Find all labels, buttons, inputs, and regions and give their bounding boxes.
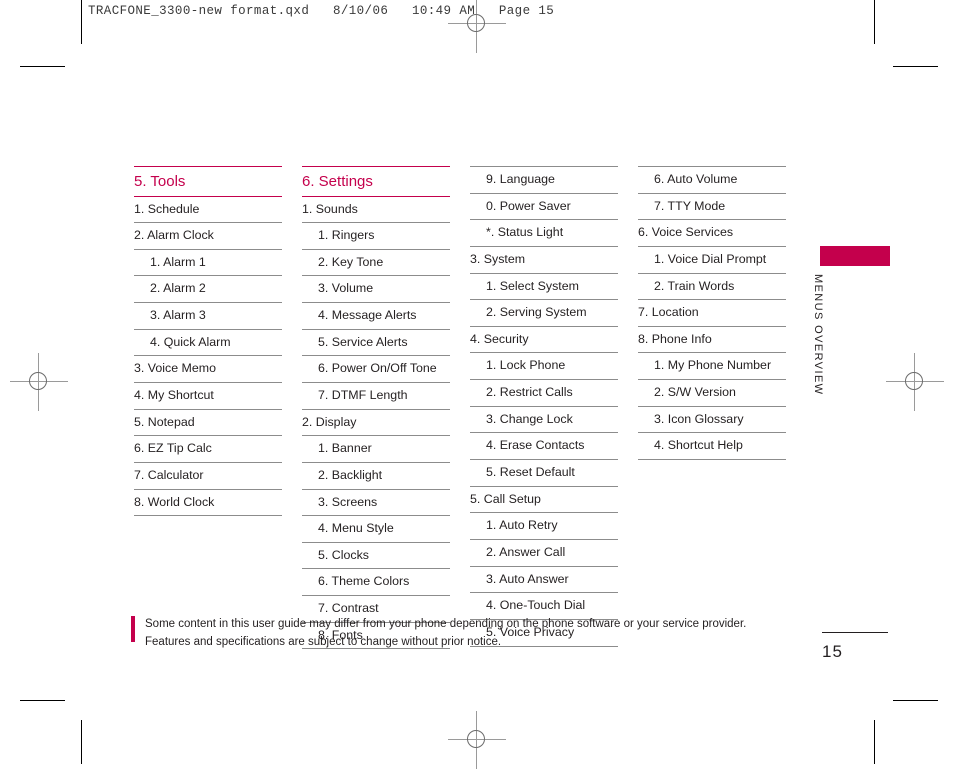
registration-mark-circle [29, 372, 47, 390]
menu-item: 3. Voice Memo [134, 356, 282, 383]
footnote-text: Some content in this user guide may diff… [145, 616, 746, 652]
menu-item: 6. EZ Tip Calc [134, 436, 282, 463]
side-tab-accent-bar [820, 246, 890, 266]
menu-item: 2. Answer Call [470, 540, 618, 567]
menu-item: 2. Serving System [470, 300, 618, 327]
file-header-line: TRACFONE_3300-new format.qxd 8/10/06 10:… [88, 4, 555, 18]
crop-mark-right-bottom-horizontal [893, 700, 938, 701]
menu-item: 1. Banner [302, 436, 450, 463]
menu-item: 3. Alarm 3 [134, 303, 282, 330]
crop-mark-right-top-horizontal [893, 66, 938, 67]
menu-item: 3. System [470, 247, 618, 274]
menu-item: 4. Menu Style [302, 516, 450, 543]
footnote-line-1: Some content in this user guide may diff… [145, 618, 747, 630]
menu-column: 5. Tools 1. Schedule 2. Alarm Clock 1. Alar… [134, 166, 282, 649]
page-number-rule [822, 632, 888, 633]
menu-item: 1. Voice Dial Prompt [638, 247, 786, 274]
footnote-accent-bar [131, 616, 135, 642]
menu-item: 7. TTY Mode [638, 194, 786, 221]
crop-mark-top-left-vertical [81, 0, 82, 44]
menus-overview-columns: 5. Tools 1. Schedule 2. Alarm Clock 1. Alar… [134, 166, 794, 650]
crop-mark-left-bottom-horizontal [20, 700, 65, 701]
menu-item: 8. Phone Info [638, 327, 786, 354]
menu-column-heading: 6. Settings [302, 166, 450, 197]
registration-mark-right [886, 353, 944, 411]
registration-mark-left [10, 353, 68, 411]
menu-item: 6. Power On/Off Tone [302, 356, 450, 383]
registration-mark-circle [905, 372, 923, 390]
menu-column: 6. Settings 1. Sounds 1. Ringers 2. Key Ton… [302, 166, 450, 650]
menu-item: 2. S/W Version [638, 380, 786, 407]
menu-item: 5. Service Alerts [302, 330, 450, 357]
menu-item: 1. Sounds [302, 197, 450, 224]
menu-item: 2. Display [302, 410, 450, 437]
menu-item: 1. Alarm 1 [134, 250, 282, 277]
menu-item: 1. My Phone Number [638, 353, 786, 381]
menu-item: 7. Location [638, 300, 786, 327]
menu-item: 3. Change Lock [470, 407, 618, 434]
footnote: Some content in this user guide may diff… [131, 616, 771, 652]
crop-mark-bottom-left-vertical [81, 720, 82, 764]
menu-column-heading: 5. Tools [134, 166, 282, 197]
footnote-line-2: Features and specifications are subject … [145, 635, 502, 648]
menu-item: 4. Message Alerts [302, 303, 450, 330]
menu-item: 4. Shortcut Help [638, 433, 786, 461]
menu-item: 2. Backlight [302, 463, 450, 490]
menu-item: 5. Clocks [302, 543, 450, 570]
menu-item: 2. Alarm Clock [134, 223, 282, 250]
menu-item: 3. Volume [302, 276, 450, 304]
menu-item: 5. Reset Default [470, 460, 618, 487]
menu-item: 1. Lock Phone [470, 353, 618, 381]
menu-item: 5. Notepad [134, 410, 282, 437]
menu-item: 7. DTMF Length [302, 383, 450, 410]
menu-item: 8. World Clock [134, 490, 282, 517]
menu-item: 6. Voice Services [638, 220, 786, 247]
menu-item: 1. Ringers [302, 223, 450, 250]
menu-item: 2. Alarm 2 [134, 276, 282, 304]
menu-item: 7. Calculator [134, 463, 282, 490]
menu-item: 2. Restrict Calls [470, 380, 618, 407]
menu-item: 1. Select System [470, 274, 618, 301]
side-tab-label: MENUS OVERVIEW [812, 274, 824, 396]
menu-item: 6. Theme Colors [302, 569, 450, 597]
menu-item: 1. Schedule [134, 197, 282, 224]
registration-mark-bottom [448, 711, 506, 769]
menu-item: 1. Auto Retry [470, 513, 618, 540]
menu-item: 4. Quick Alarm [134, 330, 282, 357]
menu-column: 6. Auto Volume 7. TTY Mode 6. Voice Servic… [638, 166, 786, 649]
menu-item: 3. Screens [302, 490, 450, 517]
menu-item: 6. Auto Volume [638, 166, 786, 194]
menu-item: 5. Call Setup [470, 487, 618, 514]
menu-item: 4. Security [470, 327, 618, 354]
menu-item: 3. Auto Answer [470, 567, 618, 594]
crop-mark-bottom-right-vertical [874, 720, 875, 764]
menu-item: 2. Train Words [638, 274, 786, 301]
registration-mark-circle [467, 730, 485, 748]
crop-mark-left-top-horizontal [20, 66, 65, 67]
menu-column: 9. Language 0. Power Saver *. Status Light… [470, 166, 618, 649]
menu-item: 9. Language [470, 166, 618, 194]
menu-item: *. Status Light [470, 220, 618, 247]
menu-item: 2. Key Tone [302, 250, 450, 277]
menu-item: 0. Power Saver [470, 194, 618, 221]
crop-mark-top-right-vertical [874, 0, 875, 44]
menu-item: 4. My Shortcut [134, 383, 282, 410]
page-number: 15 [822, 642, 843, 661]
menu-item: 4. Erase Contacts [470, 433, 618, 461]
menu-item: 3. Icon Glossary [638, 407, 786, 434]
